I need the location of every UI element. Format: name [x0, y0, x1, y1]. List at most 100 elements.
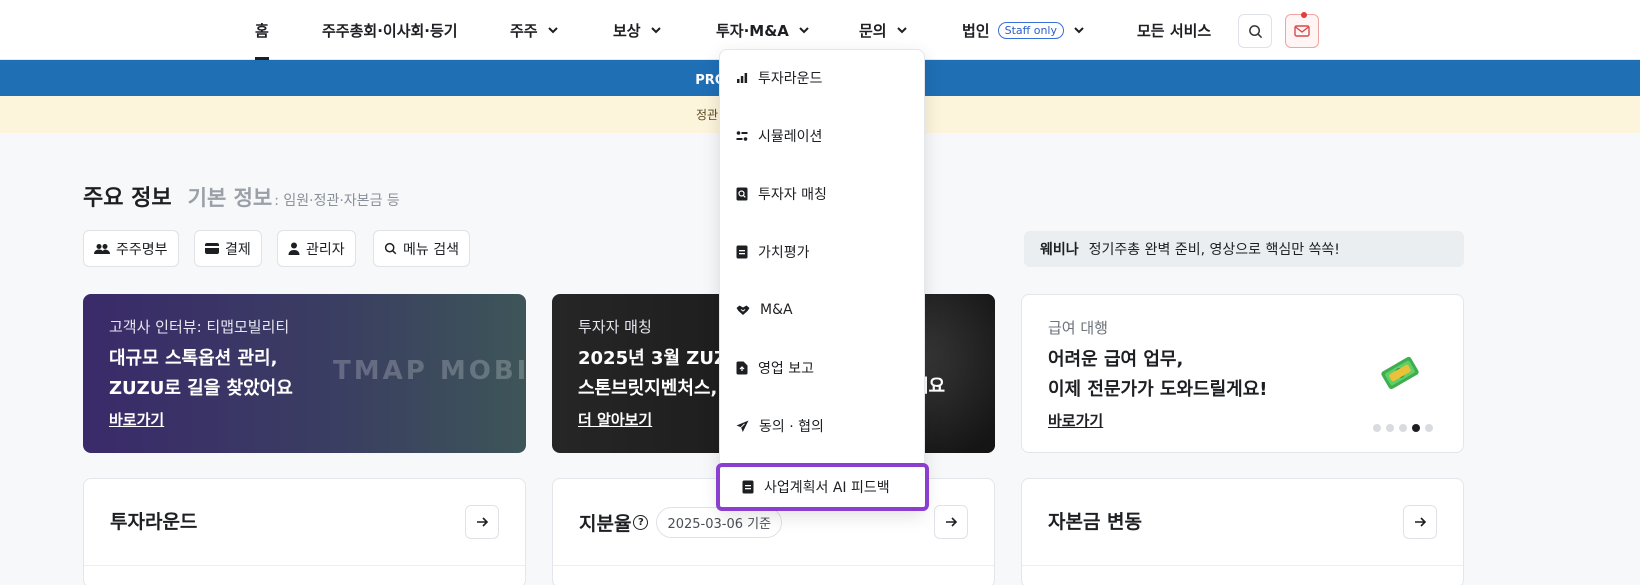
carousel-dot[interactable] — [1425, 424, 1433, 432]
chevron-down-icon — [797, 23, 811, 37]
dropdown-item-investment-round[interactable]: 투자라운드 — [736, 66, 822, 90]
person-icon — [288, 242, 300, 255]
basic-info-tab[interactable]: 기본 정보 — [188, 182, 273, 212]
people-icon — [94, 243, 110, 254]
carousel-indicator — [1373, 424, 1433, 432]
chevron-down-icon — [649, 23, 663, 37]
dropdown-item-label: 투자라운드 — [758, 71, 823, 87]
stat-title: 지분율 ? 2025-03-06 기준 — [579, 507, 783, 538]
card-headline-line2: 스톤브릿지벤처스, — [578, 378, 718, 399]
nav-shareholders[interactable]: 주주 — [510, 0, 560, 60]
webinar-text: 정기주총 완벽 준비, 영상으로 핵심만 쏙쏙! — [1088, 242, 1340, 258]
nav-shareholders-meeting[interactable]: 주주총회·이사회·등기 — [322, 0, 458, 60]
doc-search-icon — [736, 187, 748, 201]
dropdown-item-label: M&A — [760, 302, 793, 318]
notification-dot — [1301, 12, 1307, 18]
card-link[interactable]: 더 알아보기 — [578, 409, 652, 430]
dropdown-item-investor-matching[interactable]: 투자자 매칭 — [736, 182, 827, 206]
payment-button[interactable]: 결제 — [194, 230, 262, 267]
stat-title-text: 지분율 — [579, 513, 632, 535]
section-header: 주요 정보 기본 정보 : 임원·정관·자본금 등 — [83, 180, 400, 212]
search-icon — [384, 242, 397, 255]
nav-investment-ma-label: 투자·M&A — [716, 21, 789, 40]
nav-home[interactable]: 홈 — [255, 0, 269, 60]
bar-chart-icon — [737, 73, 748, 83]
dropdown-item-valuation[interactable]: 가치평가 — [736, 240, 810, 264]
document-icon — [736, 245, 748, 259]
page-title: 주요 정보 — [83, 186, 172, 211]
admin-button[interactable]: 관리자 — [277, 230, 356, 267]
carousel-dot[interactable] — [1386, 424, 1394, 432]
payment-label: 결제 — [225, 241, 251, 258]
chevron-down-icon — [1072, 23, 1086, 37]
chevron-down-icon — [546, 23, 560, 37]
search-icon — [1248, 24, 1262, 38]
card-headline: 대규모 스톡옵션 관리, ZUZU로 길을 찾았어요 — [109, 344, 293, 404]
card-link[interactable]: 바로가기 — [1048, 410, 1103, 431]
staff-only-badge: Staff only — [997, 21, 1064, 39]
nav-inquiry-label: 문의 — [859, 21, 887, 40]
card-headline-line1: 2025년 3월 ZUZ — [578, 348, 727, 369]
shareholder-registry-button[interactable]: 주주명부 — [83, 230, 179, 267]
chevron-down-icon — [895, 23, 909, 37]
payroll-card[interactable]: 급여 대행 어려운 급여 업무, 이제 전문가가 도와드릴게요! 바로가기 — [1021, 294, 1464, 453]
divider — [1022, 565, 1463, 566]
dropdown-item-business-plan-ai-feedback[interactable]: 사업계획서 AI 피드백 — [716, 463, 929, 511]
dropdown-item-simulation[interactable]: 시뮬레이션 — [736, 124, 822, 148]
card-eyebrow: 고객사 인터뷰: 티맵모빌리티 — [109, 318, 290, 336]
webinar-tag: 웨비나 — [1040, 242, 1079, 258]
dropdown-item-consent[interactable]: 동의 · 협의 — [736, 414, 824, 438]
arrow-button[interactable] — [1403, 505, 1437, 539]
nav-compensation[interactable]: 보상 — [613, 0, 663, 60]
admin-label: 관리자 — [306, 241, 345, 258]
arrow-button[interactable] — [465, 505, 499, 539]
interview-card[interactable]: TMAP MOBIL 고객사 인터뷰: 티맵모빌리티 대규모 스톡옵션 관리, … — [83, 294, 526, 453]
simulation-icon — [736, 131, 748, 141]
mail-icon — [1294, 25, 1310, 37]
dropdown-item-label: 영업 보고 — [758, 361, 814, 377]
card-headline-line1: 대규모 스톡옵션 관리, — [109, 348, 278, 369]
capital-change-card[interactable]: 자본금 변동 — [1021, 478, 1464, 585]
search-button[interactable] — [1238, 14, 1272, 48]
nav-all-services[interactable]: 모든 서비스 — [1137, 0, 1211, 60]
arrow-button[interactable] — [934, 505, 968, 539]
handshake-icon — [736, 305, 750, 315]
card-eyebrow: 급여 대행 — [1048, 319, 1108, 337]
investment-round-card[interactable]: 투자라운드 — [83, 478, 526, 585]
dropdown-item-business-report[interactable]: 영업 보고 — [736, 356, 814, 380]
nav-shareholders-meeting-label: 주주총회·이사회·등기 — [322, 21, 458, 40]
divider — [84, 565, 525, 566]
shareholder-registry-label: 주주명부 — [116, 241, 168, 258]
menu-search-button[interactable]: 메뉴 검색 — [373, 230, 470, 267]
card-headline-line2: ZUZU로 길을 찾았어요 — [109, 378, 293, 399]
document-icon — [742, 480, 754, 494]
carousel-dot-active[interactable] — [1412, 424, 1420, 432]
tmap-logo: TMAP MOBIL — [333, 356, 526, 386]
arrow-right-icon — [1415, 517, 1427, 527]
stat-title-text: 자본금 변동 — [1048, 511, 1143, 533]
nav-shareholders-label: 주주 — [510, 21, 538, 40]
nav-corporation[interactable]: 법인 Staff only — [962, 0, 1086, 60]
webinar-banner[interactable]: 웨비나 정기주총 완벽 준비, 영상으로 핵심만 쏙쏙! — [1024, 231, 1464, 267]
carousel-dot[interactable] — [1373, 424, 1381, 432]
card-link[interactable]: 바로가기 — [109, 409, 164, 430]
nav-all-services-label: 모든 서비스 — [1137, 21, 1212, 40]
nav-home-label: 홈 — [255, 21, 269, 40]
card-headline: 2025년 3월 ZUZ 스톤브릿지벤처스, — [578, 344, 727, 404]
stat-title-text: 투자라운드 — [110, 511, 198, 533]
stat-title: 자본금 변동 — [1048, 507, 1142, 534]
card-icon — [205, 243, 219, 254]
stat-title: 투자라운드 — [110, 507, 197, 534]
card-headline: 어려운 급여 업무, 이제 전문가가 도와드릴게요! — [1048, 345, 1267, 405]
send-icon — [736, 420, 749, 432]
dropdown-item-label: 가치평가 — [758, 245, 810, 261]
divider — [553, 565, 994, 566]
card-eyebrow: 투자자 매칭 — [578, 318, 652, 336]
carousel-dot[interactable] — [1399, 424, 1407, 432]
menu-search-label: 메뉴 검색 — [403, 241, 459, 258]
arrow-right-icon — [946, 517, 958, 527]
dropdown-item-ma[interactable]: M&A — [736, 298, 793, 322]
mail-button[interactable] — [1285, 12, 1319, 48]
help-icon[interactable]: ? — [633, 515, 649, 530]
notice-text: 정관 — [696, 108, 719, 122]
